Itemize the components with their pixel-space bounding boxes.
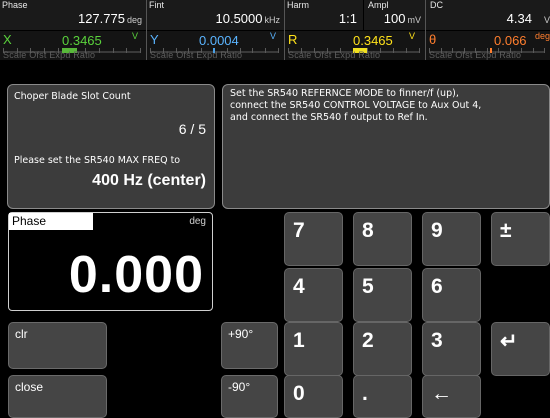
meter-tick xyxy=(393,48,394,53)
param-ampl-label: Ampl xyxy=(368,0,389,10)
backspace-arrow-icon: ← xyxy=(431,382,452,405)
key-7[interactable]: 7 xyxy=(284,212,343,266)
meas-theta-value: 0.066 xyxy=(494,33,527,48)
param-ampl-value: 100 mV xyxy=(383,11,421,26)
close-button[interactable]: close xyxy=(8,375,107,418)
param-fint-label: Fint xyxy=(149,0,165,10)
param-phase-value: 127.775 deg xyxy=(77,11,142,26)
param-fint-value: 10.5000 kHz xyxy=(215,11,281,26)
key-5[interactable]: 5 xyxy=(353,268,412,322)
meter-tick xyxy=(406,48,407,53)
meas-theta[interactable]: θ 0.066 deg Scale Ofst Expd Ratio xyxy=(426,31,550,60)
meter-tick xyxy=(99,48,100,53)
clear-button[interactable]: clr xyxy=(8,322,107,369)
divider xyxy=(146,0,147,60)
meter-tick xyxy=(419,48,420,53)
meas-x-label: X xyxy=(3,32,12,47)
meter-tick xyxy=(252,48,253,53)
key-decimal-point[interactable]: . xyxy=(353,375,412,418)
meas-y-value: 0.0004 xyxy=(199,33,239,48)
minus-90-button[interactable]: -90° xyxy=(221,375,278,418)
meter-tick xyxy=(278,48,279,53)
param-harm-label: Harm xyxy=(287,0,309,10)
divider xyxy=(425,0,426,60)
phase-entry-label: Phase xyxy=(9,213,93,230)
param-phase[interactable]: Phase 127.775 deg xyxy=(0,0,146,30)
meas-x-unit: V xyxy=(131,31,138,41)
meter-tick xyxy=(533,48,534,53)
minus-90-button-label: -90° xyxy=(228,380,251,394)
key-2[interactable]: 2 xyxy=(353,322,412,376)
phase-entry-value: 0.000 xyxy=(68,246,204,304)
phase-entry-display[interactable]: Phase deg 0.000 xyxy=(8,212,213,311)
meter-tick xyxy=(126,48,127,53)
key-6[interactable]: 6 xyxy=(422,268,481,322)
divider xyxy=(284,0,285,60)
param-dc-value: 4.34 V xyxy=(506,11,550,26)
instruction-line-3: and connect the SR540 f output to Ref In… xyxy=(230,112,428,123)
meas-theta-unit: deg xyxy=(534,31,550,41)
meas-y-unit: V xyxy=(269,31,276,41)
meas-y[interactable]: Y 0.0004 V Scale Ofst Expd Ratio xyxy=(147,31,284,60)
meas-r-unit: V xyxy=(408,31,415,41)
plus-90-button-label: +90° xyxy=(228,327,254,341)
key-8[interactable]: 8 xyxy=(353,212,412,266)
enter-icon: ↵ xyxy=(500,330,518,353)
meas-y-label: Y xyxy=(150,32,159,47)
slot-count-panel: Choper Blade Slot Count 6 / 5 Please set… xyxy=(7,84,215,209)
key-0[interactable]: 0 xyxy=(284,375,343,418)
max-freq-value: 400 Hz (center) xyxy=(92,172,206,189)
key-plus-minus[interactable]: ± xyxy=(491,212,550,266)
meas-r[interactable]: R 0.3465 V Scale Ofst Expd Ratio xyxy=(285,31,425,60)
key-3[interactable]: 3 xyxy=(422,322,481,376)
max-freq-instruction: Please set the SR540 MAX FREQ to xyxy=(14,155,181,166)
key-1[interactable]: 1 xyxy=(284,322,343,376)
phase-entry-unit: deg xyxy=(189,216,206,227)
meas-theta-label: θ xyxy=(429,32,437,47)
instruction-line-1: Set the SR540 REFERNCE MODE to finner/f … xyxy=(230,88,459,99)
instructions-panel: Set the SR540 REFERNCE MODE to finner/f … xyxy=(222,84,550,209)
instruction-line-2: connect the SR540 CONTROL VOLTAGE to Aux… xyxy=(230,100,482,111)
param-dc[interactable]: DC 4.34 V xyxy=(426,0,550,30)
meas-x-value: 0.3465 xyxy=(62,33,102,48)
key-9[interactable]: 9 xyxy=(422,212,481,266)
key-backspace[interactable]: ← xyxy=(422,375,481,418)
param-harm[interactable]: Harm 1:1 xyxy=(285,0,363,30)
slot-count-title: Choper Blade Slot Count xyxy=(14,91,131,102)
meas-r-value: 0.3465 xyxy=(353,33,393,48)
meas-theta-controls: Scale Ofst Expd Ratio xyxy=(429,50,522,60)
meas-r-controls: Scale Ofst Expd Ratio xyxy=(288,50,381,60)
key-enter[interactable]: ↵ xyxy=(491,322,550,376)
meas-x[interactable]: X 0.3465 V Scale Ofst Expd Ratio xyxy=(0,31,146,60)
meas-r-label: R xyxy=(288,32,298,47)
meas-y-controls: Scale Ofst Expd Ratio xyxy=(150,50,243,60)
plus-90-button[interactable]: +90° xyxy=(221,322,278,369)
param-dc-label: DC xyxy=(430,0,443,10)
meas-x-controls: Scale Ofst Expd Ratio xyxy=(3,50,96,60)
key-4[interactable]: 4 xyxy=(284,268,343,322)
clear-button-label: clr xyxy=(15,327,28,341)
param-harm-value: 1:1 xyxy=(338,11,357,26)
meter-tick xyxy=(265,48,266,53)
slot-count-value[interactable]: 6 / 5 xyxy=(179,121,206,137)
close-button-label: close xyxy=(15,380,44,394)
meter-tick xyxy=(544,48,545,53)
param-phase-label: Phase xyxy=(2,0,28,10)
meter-tick xyxy=(140,48,141,53)
meter-tick xyxy=(113,48,114,53)
param-ampl[interactable]: Ampl 100 mV xyxy=(364,0,425,30)
param-fint[interactable]: Fint 10.5000 kHz xyxy=(147,0,284,30)
